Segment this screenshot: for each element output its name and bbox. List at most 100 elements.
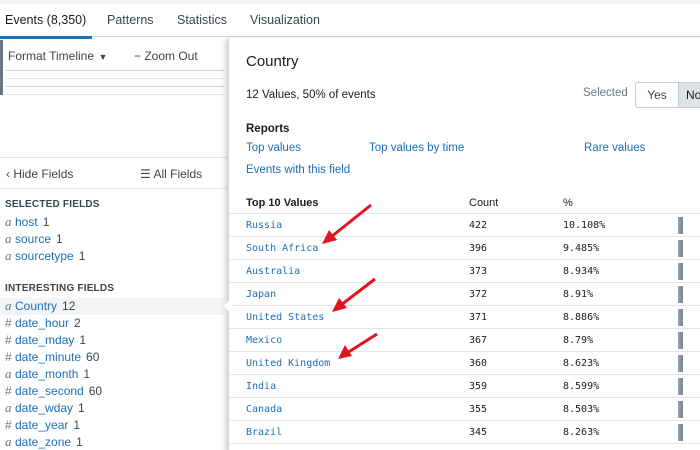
string-type-icon: a: [5, 248, 12, 263]
search-results-page: Events (8,350) Patterns Statistics Visua…: [0, 0, 700, 450]
timeline-marker: [0, 40, 3, 95]
field-count: 1: [78, 249, 86, 263]
value-link[interactable]: India: [246, 381, 276, 392]
percent-bar: [678, 309, 683, 326]
field-count: 1: [83, 367, 91, 381]
field-name: host: [15, 215, 38, 229]
field-country[interactable]: a Country 12: [0, 298, 224, 315]
value-count: 372: [469, 289, 488, 300]
value-link[interactable]: United Kingdom: [246, 358, 330, 369]
popup-title: Country: [246, 53, 299, 70]
row-divider: [229, 236, 700, 237]
reports-heading: Reports: [246, 123, 290, 135]
field-date-hour[interactable]: # date_hour 2: [0, 315, 224, 332]
field-count: 1: [42, 215, 50, 229]
field-name: date_month: [15, 367, 79, 381]
row-divider: [229, 397, 700, 398]
rare-values-link[interactable]: Rare values: [584, 142, 645, 154]
tab-events[interactable]: Events (8,350): [5, 13, 86, 27]
value-link[interactable]: United States: [246, 312, 324, 323]
value-count: 422: [469, 220, 488, 231]
field-name: date_mday: [15, 333, 75, 347]
caret-down-icon: ▼: [96, 52, 108, 62]
row-divider: [229, 374, 700, 375]
field-date-month[interactable]: a date_month 1: [0, 366, 224, 383]
col-header-count: Count: [469, 197, 499, 209]
row-divider: [229, 443, 700, 444]
value-percent: 8.599%: [563, 381, 600, 392]
numeric-type-icon: #: [5, 316, 12, 330]
field-name: date_year: [15, 418, 69, 432]
value-count: 396: [469, 243, 488, 254]
events-with-field-link[interactable]: Events with this field: [246, 164, 350, 176]
field-host[interactable]: a host 1: [0, 214, 224, 231]
field-date-minute[interactable]: # date_minute 60: [0, 349, 224, 366]
value-count: 355: [469, 404, 488, 415]
all-fields-button[interactable]: ☰ All Fields: [140, 167, 202, 181]
field-count: 60: [88, 384, 103, 398]
field-date-wday[interactable]: a date_wday 1: [0, 400, 224, 417]
value-link[interactable]: Mexico: [246, 335, 282, 346]
field-source[interactable]: a source 1: [0, 231, 224, 248]
field-count: 60: [86, 350, 100, 364]
tab-visualization[interactable]: Visualization: [250, 13, 320, 27]
numeric-type-icon: #: [5, 418, 12, 432]
field-count: 2: [74, 316, 81, 330]
popup-summary: 12 Values, 50% of events: [246, 89, 376, 101]
value-percent: 8.91%: [563, 289, 594, 300]
row-divider: [229, 328, 700, 329]
minus-icon: −: [134, 49, 145, 63]
field-count: 1: [79, 333, 87, 347]
divider: [0, 157, 228, 158]
tab-statistics[interactable]: Statistics: [177, 13, 227, 27]
field-date-zone[interactable]: a date_zone 1: [0, 434, 224, 450]
value-percent: 8.79%: [563, 335, 594, 346]
row-divider: [229, 351, 700, 352]
zoom-out-button[interactable]: − Zoom Out: [134, 49, 198, 63]
percent-bar: [678, 332, 683, 349]
interesting-fields-heading: INTERESTING FIELDS: [5, 283, 115, 294]
value-count: 373: [469, 266, 488, 277]
percent-bar: [678, 355, 683, 372]
field-name: date_zone: [15, 435, 72, 449]
field-date-second[interactable]: # date_second 60: [0, 383, 224, 400]
active-tab-indicator: [0, 36, 92, 39]
percent-bar: [678, 378, 683, 395]
value-link[interactable]: South Africa: [246, 243, 318, 254]
field-name: sourcetype: [15, 249, 74, 263]
format-timeline-button[interactable]: Format Timeline ▼: [8, 49, 107, 63]
field-name: date_minute: [15, 350, 82, 364]
value-percent: 8.934%: [563, 266, 600, 277]
col-header-percent: %: [563, 197, 573, 209]
string-type-icon: a: [5, 400, 12, 415]
value-link[interactable]: Canada: [246, 404, 282, 415]
value-link[interactable]: Australia: [246, 266, 300, 277]
top-values-link[interactable]: Top values: [246, 142, 301, 154]
table-header-divider: [229, 213, 700, 214]
string-type-icon: a: [5, 434, 12, 449]
value-percent: 10.108%: [563, 220, 606, 231]
selected-yes-button[interactable]: Yes: [635, 82, 679, 108]
percent-bar: [678, 240, 683, 257]
field-count: 1: [78, 401, 85, 415]
tab-patterns[interactable]: Patterns: [107, 13, 154, 27]
value-link[interactable]: Japan: [246, 289, 276, 300]
value-percent: 9.485%: [563, 243, 600, 254]
string-type-icon: a: [5, 231, 12, 246]
percent-bar: [678, 424, 683, 441]
popup-pointer: [224, 297, 232, 315]
field-date-year[interactable]: # date_year 1: [0, 417, 224, 434]
top-values-by-time-link[interactable]: Top values by time: [369, 142, 464, 154]
field-count: 12: [62, 299, 76, 313]
value-link[interactable]: Russia: [246, 220, 282, 231]
value-link[interactable]: Brazil: [246, 427, 282, 438]
hide-fields-button[interactable]: ‹ Hide Fields: [6, 167, 73, 181]
field-count: 1: [76, 435, 83, 449]
field-name: source: [15, 232, 52, 246]
field-sourcetype[interactable]: a sourcetype 1: [0, 248, 224, 265]
field-summary-popup: Country 12 Values, 50% of events Selecte…: [228, 38, 700, 450]
timeline-chart[interactable]: [6, 70, 224, 102]
field-date-mday[interactable]: # date_mday 1: [0, 332, 224, 349]
field-name: Country: [15, 299, 58, 313]
selected-no-button[interactable]: No: [678, 82, 700, 108]
